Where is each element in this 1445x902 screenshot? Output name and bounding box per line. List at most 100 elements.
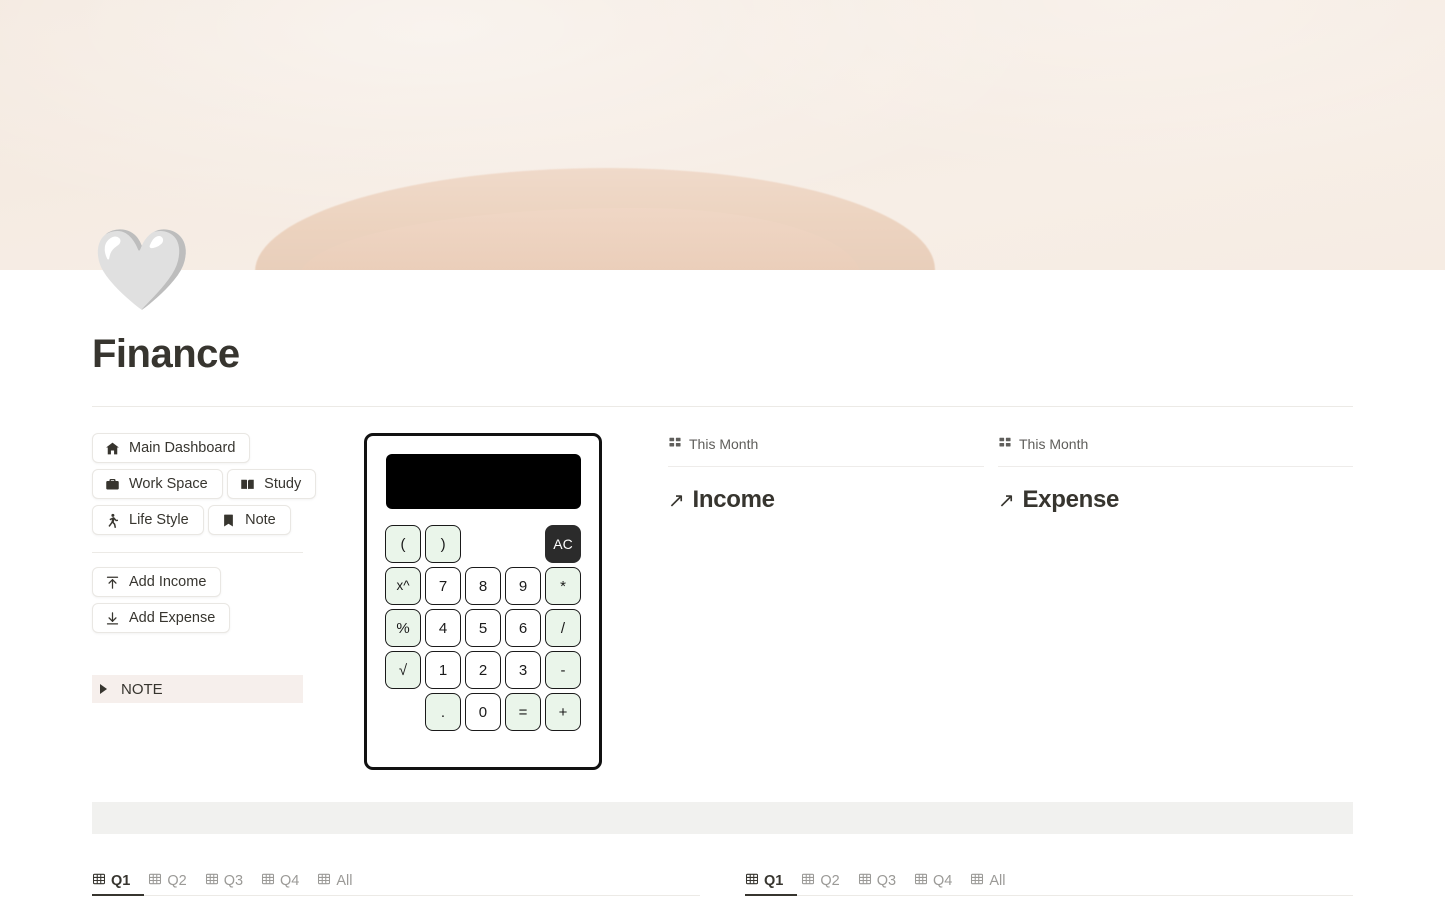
tab-q4-right[interactable]: Q4: [914, 872, 952, 895]
calc-key-decimal[interactable]: .: [424, 693, 461, 731]
income-title-row[interactable]: ↗ Income: [668, 486, 984, 514]
tab-q3-right[interactable]: Q3: [858, 872, 896, 895]
page-icon[interactable]: 🤍: [92, 224, 192, 316]
calc-key-minus[interactable]: -: [545, 651, 581, 689]
calc-key-sqrt[interactable]: √: [385, 651, 421, 689]
note-toggle-label: NOTE: [121, 680, 163, 698]
calc-key-multiply[interactable]: *: [545, 567, 581, 605]
table-icon: [914, 872, 928, 890]
calc-key-2[interactable]: 2: [465, 651, 501, 689]
expense-column: This Month ↗ Expense: [984, 433, 1353, 770]
page-cover-banner: [0, 0, 1445, 270]
calc-key-9[interactable]: 9: [505, 567, 541, 605]
expense-title-row[interactable]: ↗ Expense: [998, 486, 1353, 514]
calc-key-plus[interactable]: +: [544, 693, 581, 731]
income-source-row[interactable]: This Month: [668, 433, 984, 455]
gallery-grid-icon: [998, 436, 1012, 453]
running-person-icon: [104, 512, 120, 528]
calc-key-0[interactable]: 0: [464, 693, 501, 731]
calc-key-7[interactable]: 7: [425, 567, 461, 605]
income-column: This Month ↗ Income: [654, 433, 984, 770]
calc-key-equals[interactable]: =: [504, 693, 541, 731]
house-icon: [104, 440, 120, 456]
calculator-key-row: % 4 5 6 /: [385, 609, 581, 647]
sidebar-item-note[interactable]: Note: [208, 505, 291, 535]
calc-key-open-paren[interactable]: (: [385, 525, 422, 563]
active-tab-indicator: [745, 894, 797, 896]
sidebar-item-label: Note: [245, 512, 276, 528]
calc-key-8[interactable]: 8: [465, 567, 501, 605]
income-divider: [668, 466, 984, 467]
briefcase-icon: [104, 476, 120, 492]
tab-all-left[interactable]: All: [317, 872, 353, 895]
calc-key-divide[interactable]: /: [545, 609, 581, 647]
calculator-key-row: x^ 7 8 9 *: [385, 567, 581, 605]
arrow-up-to-line-icon: [104, 574, 120, 590]
income-title: Income: [692, 486, 775, 513]
note-toggle-block[interactable]: NOTE: [92, 675, 303, 703]
calc-key-3[interactable]: 3: [505, 651, 541, 689]
grey-callout-bar: [92, 802, 1353, 834]
tab-label: Q4: [933, 873, 953, 889]
calc-key-percent[interactable]: %: [385, 609, 421, 647]
title-divider: [92, 406, 1353, 407]
sidebar-item-label: Add Expense: [129, 610, 216, 626]
tab-q4-left[interactable]: Q4: [261, 872, 299, 895]
calc-key-spacer: [465, 525, 501, 563]
sidebar-item-label: Study: [264, 476, 302, 492]
tab-underline-rule-left: [92, 894, 700, 896]
tab-list-right: Q1 Q2 Q3 Q4 All: [745, 867, 1353, 895]
tab-q1-left[interactable]: Q1: [92, 872, 130, 895]
calculator-key-row: . 0 = +: [385, 693, 581, 731]
diagonal-arrow-icon: ↗: [668, 489, 685, 512]
calc-key-ac[interactable]: AC: [544, 525, 582, 563]
sidebar-item-life-style[interactable]: Life Style: [92, 505, 204, 535]
bottom-tab-zone: Q1 Q2 Q3 Q4 All Q1 Q2 Q3 Q4 All: [92, 867, 1353, 902]
left-table-first-row: I: [92, 896, 700, 902]
calc-key-6[interactable]: 6: [505, 609, 541, 647]
sidebar-item-main-dashboard[interactable]: Main Dashboard: [92, 433, 251, 463]
sidebar-item-work-space[interactable]: Work Space: [92, 469, 223, 499]
table-icon: [801, 872, 815, 890]
diagonal-arrow-icon: ↗: [998, 489, 1015, 512]
bookmark-icon: [220, 512, 236, 528]
expense-source-row[interactable]: This Month: [998, 433, 1353, 455]
calculator-widget[interactable]: ( ) AC x^ 7 8 9 * % 4 5 6 / √ 1 2 3 - . …: [364, 433, 602, 770]
add-expense-button[interactable]: Add Expense: [92, 603, 231, 633]
table-icon: [745, 872, 759, 890]
tab-label: All: [336, 873, 353, 889]
tab-label: Q2: [167, 873, 187, 889]
calc-key-4[interactable]: 4: [425, 609, 461, 647]
calc-key-5[interactable]: 5: [465, 609, 501, 647]
table-icon: [148, 872, 162, 890]
active-tab-indicator: [92, 894, 144, 896]
left-database-tabs: Q1 Q2 Q3 Q4 All: [92, 867, 700, 902]
table-icon: [261, 872, 275, 890]
arrow-down-to-line-icon: [104, 610, 120, 626]
tab-label: All: [989, 873, 1006, 889]
calculator-key-row: √ 1 2 3 -: [385, 651, 581, 689]
tab-label: Q1: [764, 873, 784, 889]
expense-source-label: This Month: [1019, 436, 1089, 452]
sidebar-column: Main Dashboard Work Space Study Life Sty…: [92, 433, 364, 770]
sidebar-item-study[interactable]: Study: [227, 469, 317, 499]
tab-q1-right[interactable]: Q1: [745, 872, 783, 895]
tab-q2-right[interactable]: Q2: [801, 872, 840, 895]
triangle-right-icon[interactable]: [100, 684, 107, 694]
table-icon: [317, 872, 331, 890]
gallery-grid-icon: [668, 436, 682, 453]
expense-divider: [998, 466, 1353, 467]
sidebar-item-label: Work Space: [129, 476, 208, 492]
calc-key-power[interactable]: x^: [385, 567, 421, 605]
table-icon: [858, 872, 872, 890]
add-income-button[interactable]: Add Income: [92, 567, 222, 597]
table-icon: [92, 872, 106, 890]
tab-label: Q1: [111, 873, 131, 889]
calc-key-close-paren[interactable]: ): [425, 525, 462, 563]
tab-underline-rule-right: [745, 894, 1353, 896]
calc-key-1[interactable]: 1: [425, 651, 461, 689]
tab-q3-left[interactable]: Q3: [205, 872, 243, 895]
tab-label: Q2: [820, 873, 840, 889]
tab-all-right[interactable]: All: [970, 872, 1006, 895]
tab-q2-left[interactable]: Q2: [148, 872, 187, 895]
